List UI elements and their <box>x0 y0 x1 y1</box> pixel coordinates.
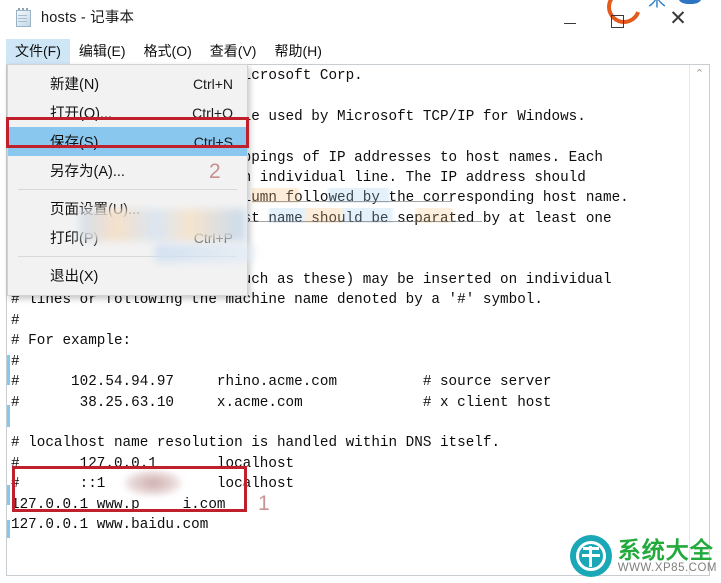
annotation-number-two: 2 <box>209 160 221 183</box>
minimize-icon <box>564 22 576 24</box>
caret-artifact-2 <box>7 355 10 385</box>
vertical-scrollbar[interactable]: ⌃ <box>689 65 709 575</box>
maximize-icon <box>610 14 624 28</box>
menu-item-open-label: 打开(O)... <box>50 106 113 122</box>
menu-item-exit[interactable]: 退出(X) <box>8 261 247 290</box>
menu-bar-item-view[interactable]: 查看(V) <box>201 39 266 64</box>
menu-item-new-label: 新建(N) <box>50 77 100 93</box>
minimize-button[interactable] <box>549 8 591 38</box>
blur-redaction-print-row <box>80 209 245 241</box>
annotation-number-one: 1 <box>258 492 270 515</box>
menu-bar-item-file[interactable]: 文件(F) <box>6 38 70 64</box>
title-bar: hosts - 记事本 米 ✕ <box>0 0 721 39</box>
caret-artifact-3 <box>7 405 10 427</box>
menu-bar: 文件(F) 编辑(E) 格式(O) 查看(V) 帮助(H) <box>0 38 721 64</box>
menu-bar-item-format[interactable]: 格式(O) <box>135 39 201 64</box>
watermark-title: 系统大全 <box>617 536 714 563</box>
close-button[interactable]: ✕ <box>657 4 699 34</box>
menu-bar-item-help[interactable]: 帮助(H) <box>265 39 330 64</box>
text-ghost-underline-1 <box>252 201 452 202</box>
menu-item-exit-label: 退出(X) <box>50 269 99 285</box>
menu-item-save-accel: Ctrl+S <box>193 133 233 150</box>
title-bar-left: hosts - 记事本 <box>14 8 134 28</box>
watermark-text: 系统大全 WWW.XP85.COM <box>618 538 717 574</box>
blur-redaction-exit-row <box>155 244 255 262</box>
menu-item-new-accel: Ctrl+N <box>192 75 233 92</box>
menu-separator-1 <box>18 189 237 190</box>
caret-artifact-4 <box>7 485 10 505</box>
watermark-url: WWW.XP85.COM <box>617 562 717 575</box>
watermark-logo-icon <box>569 535 612 577</box>
notepad-icon <box>14 8 33 28</box>
maximize-button[interactable] <box>596 6 638 36</box>
menu-bar-item-edit[interactable]: 编辑(E) <box>70 39 135 64</box>
menu-item-save[interactable]: 保存(S) Ctrl+S <box>8 127 247 156</box>
notepad-window: hosts - 记事本 米 ✕ 文件(F) 编辑(E) 格式(O) 查看(V) … <box>0 0 721 583</box>
site-watermark: 系统大全 WWW.XP85.COM <box>569 535 717 577</box>
menu-item-save-label: 保存(S) <box>50 135 99 151</box>
close-icon: ✕ <box>669 7 687 30</box>
menu-item-save-as-label: 另存为(A)... <box>50 164 125 180</box>
window-title: hosts - 记事本 <box>41 10 135 26</box>
caret-artifact-5 <box>7 520 10 538</box>
text-ghost-underline-2 <box>250 221 482 222</box>
menu-item-open-accel: Ctrl+O <box>192 104 233 121</box>
menu-item-new[interactable]: 新建(N) Ctrl+N <box>8 69 247 98</box>
scroll-up-arrow-icon[interactable]: ⌃ <box>690 65 709 83</box>
menu-item-open[interactable]: 打开(O)... Ctrl+O <box>8 98 247 127</box>
blur-redaction-host-domain <box>124 470 182 496</box>
